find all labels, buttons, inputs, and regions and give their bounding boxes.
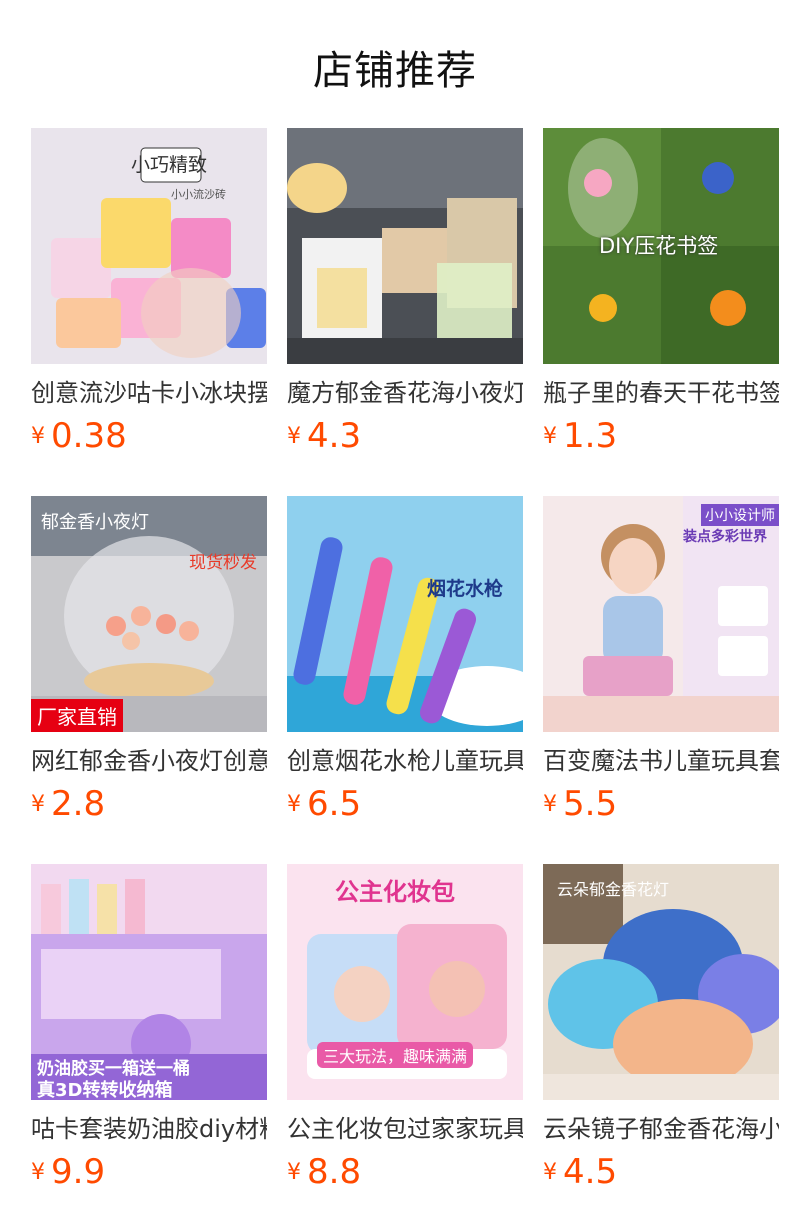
product-image[interactable]: 小小设计师 装点多彩世界	[543, 496, 779, 732]
promo-badge: 厂家直销	[31, 699, 123, 732]
currency-symbol: ¥	[287, 1159, 301, 1185]
product-price: ¥1.3	[543, 416, 617, 460]
product-image[interactable]: DIY压花书签	[543, 128, 779, 364]
product-image[interactable]: 云朵郁金香花灯	[543, 864, 779, 1100]
price-value: 5.5	[563, 784, 618, 824]
product-card[interactable]: 魔方郁金香花海小夜灯 ¥4.3	[287, 128, 523, 458]
product-name[interactable]: 公主化妆包过家家玩具	[287, 1112, 523, 1146]
product-card[interactable]: 小巧精致 小小流沙砖 创意流沙咕卡小冰块摆件 ¥0.38	[31, 128, 267, 458]
price-value: 0.38	[51, 416, 127, 456]
product-price: ¥8.8	[287, 1152, 361, 1196]
price-value: 6.5	[307, 784, 362, 824]
product-image[interactable]: 公主化妆包 三大玩法，趣味满满	[287, 864, 523, 1100]
product-card[interactable]: 云朵郁金香花灯 云朵镜子郁金香花海小夜灯 ¥4.5	[543, 864, 779, 1194]
currency-symbol: ¥	[31, 791, 45, 817]
currency-symbol: ¥	[543, 423, 557, 449]
product-image[interactable]: 奶油胶买一箱送一桶 真3D转转收纳箱	[31, 864, 267, 1100]
product-card[interactable]: 烟花水枪 创意烟花水枪儿童玩具 ¥6.5	[287, 496, 523, 826]
image-caption: 公主化妆包	[335, 878, 455, 906]
currency-symbol: ¥	[31, 423, 45, 449]
image-caption: DIY压花书签	[599, 234, 719, 258]
image-caption: 郁金香小夜灯	[41, 512, 149, 533]
product-name[interactable]: 魔方郁金香花海小夜灯	[287, 376, 523, 410]
image-caption: 小巧精致	[131, 154, 208, 176]
product-price: ¥0.38	[31, 416, 127, 460]
product-card[interactable]: 奶油胶买一箱送一桶 真3D转转收纳箱 咕卡套装奶油胶diy材料 ¥9.9	[31, 864, 267, 1194]
product-image[interactable]	[287, 128, 523, 364]
price-value: 2.8	[51, 784, 106, 824]
image-subcaption: 三大玩法，趣味满满	[317, 1042, 474, 1068]
image-subcaption: 真3D转转收纳箱	[37, 1080, 173, 1100]
image-subcaption: 小小流沙砖	[171, 188, 226, 201]
price-value: 4.5	[563, 1152, 618, 1192]
currency-symbol: ¥	[287, 791, 301, 817]
product-price: ¥6.5	[287, 784, 361, 828]
image-subcaption: 现货秒发	[189, 553, 257, 573]
product-name[interactable]: 瓶子里的春天干花书签	[543, 376, 779, 410]
product-price: ¥5.5	[543, 784, 617, 828]
currency-symbol: ¥	[287, 423, 301, 449]
product-price: ¥9.9	[31, 1152, 105, 1196]
product-image[interactable]: 烟花水枪	[287, 496, 523, 732]
image-caption: 烟花水枪	[427, 578, 504, 600]
product-card[interactable]: 公主化妆包 三大玩法，趣味满满 公主化妆包过家家玩具 ¥8.8	[287, 864, 523, 1194]
currency-symbol: ¥	[543, 791, 557, 817]
price-value: 4.3	[307, 416, 362, 456]
product-card[interactable]: DIY压花书签 瓶子里的春天干花书签 ¥1.3	[543, 128, 779, 458]
product-name[interactable]: 百变魔法书儿童玩具套装	[543, 744, 779, 778]
product-image[interactable]: 郁金香小夜灯 现货秒发 厂家直销	[31, 496, 267, 732]
currency-symbol: ¥	[543, 1159, 557, 1185]
currency-symbol: ¥	[31, 1159, 45, 1185]
price-value: 8.8	[307, 1152, 362, 1192]
image-caption: 云朵郁金香花灯	[557, 880, 670, 899]
product-price: ¥4.3	[287, 416, 361, 460]
product-name[interactable]: 云朵镜子郁金香花海小夜灯	[543, 1112, 779, 1146]
product-name[interactable]: 创意烟花水枪儿童玩具	[287, 744, 523, 778]
price-value: 9.9	[51, 1152, 106, 1192]
product-name[interactable]: 网红郁金香小夜灯创意	[31, 744, 267, 778]
product-price: ¥2.8	[31, 784, 105, 828]
page-title: 店铺推荐	[313, 48, 477, 94]
product-name[interactable]: 创意流沙咕卡小冰块摆件	[31, 376, 267, 410]
product-card[interactable]: 小小设计师 装点多彩世界 百变魔法书儿童玩具套装 ¥5.5	[543, 496, 779, 826]
price-value: 1.3	[563, 416, 618, 456]
image-caption: 小小设计师	[701, 504, 779, 526]
product-card[interactable]: 郁金香小夜灯 现货秒发 厂家直销 网红郁金香小夜灯创意 ¥2.8	[31, 496, 267, 826]
product-price: ¥4.5	[543, 1152, 617, 1196]
product-name[interactable]: 咕卡套装奶油胶diy材料	[31, 1112, 267, 1146]
product-image[interactable]: 小巧精致 小小流沙砖	[31, 128, 267, 364]
image-subcaption: 装点多彩世界	[683, 529, 767, 545]
